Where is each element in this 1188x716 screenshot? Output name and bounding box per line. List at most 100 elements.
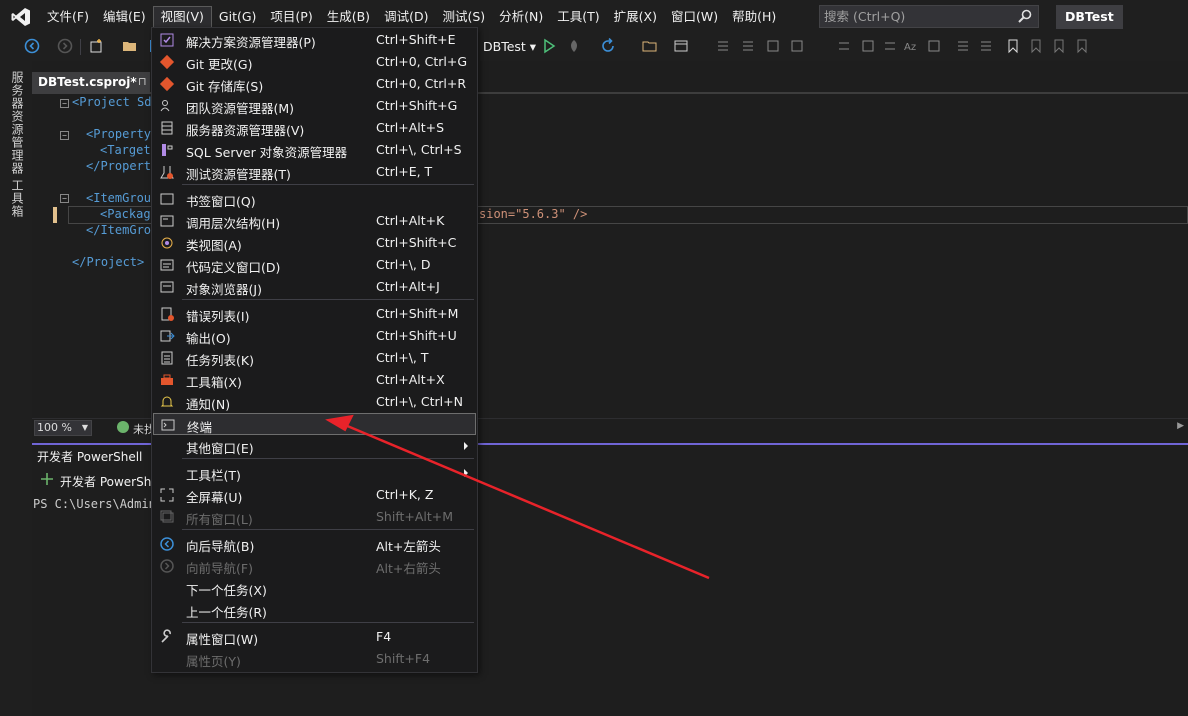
no-issues-icon bbox=[117, 421, 129, 433]
text-icon[interactable]: Az bbox=[902, 38, 918, 54]
menu-item-shortcut: Ctrl+\, T bbox=[376, 350, 429, 365]
object-browser-icon bbox=[160, 281, 174, 293]
menu-item-git-repository[interactable]: Git 存储库(S) Ctrl+0, Ctrl+R bbox=[153, 73, 476, 95]
comment-icon[interactable] bbox=[955, 38, 971, 54]
menu-item-shortcut: Shift+Alt+M bbox=[376, 509, 454, 524]
grid-icon[interactable] bbox=[789, 38, 805, 54]
menu-item-sql-server-object-explorer[interactable]: SQL Server 对象资源管理器 Ctrl+\, Ctrl+S bbox=[153, 139, 476, 161]
menu-item-bookmark-window[interactable]: 书签窗口(Q) bbox=[153, 188, 476, 210]
menu-item-notifications[interactable]: 通知(N) Ctrl+\, Ctrl+N bbox=[153, 391, 476, 413]
menu-tools[interactable]: 工具(T) bbox=[550, 6, 606, 28]
pin-icon[interactable]: ⊓ bbox=[138, 75, 147, 88]
server-explorer-tab[interactable]: 服务器资源管理器 bbox=[9, 71, 26, 175]
list-icon[interactable] bbox=[715, 38, 731, 54]
sql-server-icon bbox=[162, 144, 173, 156]
uncomment-icon[interactable] bbox=[978, 38, 994, 54]
menu-item-server-explorer[interactable]: 服务器资源管理器(V) Ctrl+Alt+S bbox=[153, 117, 476, 139]
code-line: <ItemGroup bbox=[86, 191, 159, 205]
zoom-value: 100 % bbox=[37, 421, 72, 434]
back-icon[interactable] bbox=[24, 38, 40, 54]
menu-item-properties-window[interactable]: 属性窗口(W) F4 bbox=[153, 626, 476, 648]
menu-item-class-view[interactable]: 类视图(A) Ctrl+Shift+C bbox=[153, 232, 476, 254]
menu-item-next-task[interactable]: 下一个任务(X) bbox=[153, 577, 476, 599]
terminal-icon bbox=[161, 419, 175, 431]
menu-item-shortcut: Ctrl+Shift+E bbox=[376, 32, 456, 47]
menu-analyze[interactable]: 分析(N) bbox=[492, 6, 550, 28]
menu-item-call-hierarchy[interactable]: 调用层次结构(H) Ctrl+Alt+K bbox=[153, 210, 476, 232]
fold-toggle[interactable]: − bbox=[60, 99, 69, 108]
align-icon[interactable] bbox=[836, 38, 852, 54]
menu-debug[interactable]: 调试(D) bbox=[377, 6, 435, 28]
block-icon[interactable] bbox=[926, 38, 942, 54]
scroll-right-icon[interactable]: ▶ bbox=[1177, 421, 1184, 431]
solution-name-badge[interactable]: DBTest bbox=[1056, 5, 1123, 29]
bookmark-icon[interactable] bbox=[1005, 38, 1021, 54]
bracket-icon[interactable] bbox=[860, 38, 876, 54]
menu-item-navigate-backward[interactable]: 向后导航(B) Alt+左箭头 bbox=[153, 533, 476, 555]
menu-item-git-changes[interactable]: Git 更改(G) Ctrl+0, Ctrl+G bbox=[153, 51, 476, 73]
menu-help[interactable]: 帮助(H) bbox=[725, 6, 783, 28]
menu-git[interactable]: Git(G) bbox=[212, 6, 264, 28]
menu-item-label: 属性窗口(W) bbox=[186, 632, 259, 647]
menu-item-other-windows[interactable]: 其他窗口(E) bbox=[153, 435, 476, 457]
tab-dbtest-csproj[interactable]: DBTest.csproj* ⊓ bbox=[32, 72, 150, 94]
open-folder-icon[interactable] bbox=[122, 38, 138, 54]
menu-window[interactable]: 窗口(W) bbox=[664, 6, 725, 28]
bookmark-window-icon bbox=[160, 193, 174, 205]
search-input[interactable]: 搜索 (Ctrl+Q) bbox=[819, 5, 1039, 28]
menu-item-test-explorer[interactable]: 测试资源管理器(T) Ctrl+E, T bbox=[153, 161, 476, 183]
menu-item-output[interactable]: 输出(O) Ctrl+Shift+U bbox=[153, 325, 476, 347]
zoom-dropdown[interactable]: 100 % ▼ bbox=[34, 420, 92, 436]
menu-item-solution-explorer[interactable]: 解决方案资源管理器(P) Ctrl+Shift+E bbox=[153, 29, 476, 51]
bookmark-clear-icon[interactable] bbox=[1074, 38, 1090, 54]
menu-item-previous-task[interactable]: 上一个任务(R) bbox=[153, 599, 476, 621]
menu-item-shortcut: Ctrl+Alt+X bbox=[376, 372, 445, 387]
forward-icon[interactable] bbox=[57, 38, 73, 54]
menu-project[interactable]: 项目(P) bbox=[263, 6, 319, 28]
menu-item-object-browser[interactable]: 对象浏览器(J) Ctrl+Alt+J bbox=[153, 276, 476, 298]
visual-studio-logo-icon bbox=[10, 6, 32, 28]
menu-item-toolbars[interactable]: 工具栏(T) bbox=[153, 462, 476, 484]
menu-item-all-windows[interactable]: 所有窗口(L) Shift+Alt+M bbox=[153, 506, 476, 528]
menu-test[interactable]: 测试(S) bbox=[435, 6, 492, 28]
menu-extensions[interactable]: 扩展(X) bbox=[607, 6, 664, 28]
bookmark-next-icon[interactable] bbox=[1051, 38, 1067, 54]
plus-icon[interactable] bbox=[40, 472, 54, 486]
menu-item-label: 向前导航(F) bbox=[186, 561, 253, 576]
all-windows-icon bbox=[160, 510, 174, 523]
toolbox-tab[interactable]: 工具箱 bbox=[9, 179, 26, 218]
menu-item-team-explorer[interactable]: 团队资源管理器(M) Ctrl+Shift+G bbox=[153, 95, 476, 117]
list-icon[interactable] bbox=[740, 38, 756, 54]
menu-item-full-screen[interactable]: 全屏幕(U) Ctrl+K, Z bbox=[153, 484, 476, 506]
new-project-icon[interactable] bbox=[88, 38, 104, 54]
menu-build[interactable]: 生成(B) bbox=[320, 6, 377, 28]
menu-file[interactable]: 文件(F) bbox=[40, 6, 96, 28]
start-debugging-icon[interactable] bbox=[541, 38, 557, 54]
startup-project-dropdown[interactable]: DBTest ▾ bbox=[483, 39, 536, 54]
grid-icon[interactable] bbox=[765, 38, 781, 54]
menu-view[interactable]: 视图(V) bbox=[152, 5, 212, 28]
menu-item-label: 对象浏览器(J) bbox=[186, 282, 262, 297]
format-icon[interactable] bbox=[882, 38, 898, 54]
menu-item-code-definition-window[interactable]: 代码定义窗口(D) Ctrl+\, D bbox=[153, 254, 476, 276]
terminal-prompt: PS C:\Users\Admin bbox=[33, 497, 156, 511]
menu-item-label: 向后导航(B) bbox=[186, 539, 255, 554]
fold-toggle[interactable]: − bbox=[60, 131, 69, 140]
new-terminal-button[interactable]: 开发者 PowerSh bbox=[60, 473, 151, 490]
menu-edit[interactable]: 编辑(E) bbox=[96, 6, 153, 28]
browse-folder-icon[interactable] bbox=[642, 38, 658, 54]
unsaved-change-marker bbox=[53, 207, 57, 223]
layout-icon[interactable] bbox=[673, 38, 689, 54]
menu-item-label: 工具箱(X) bbox=[186, 375, 242, 390]
menu-item-task-list[interactable]: 任务列表(K) Ctrl+\, T bbox=[153, 347, 476, 369]
menu-item-toolbox[interactable]: 工具箱(X) Ctrl+Alt+X bbox=[153, 369, 476, 391]
bookmark-prev-icon[interactable] bbox=[1028, 38, 1044, 54]
refresh-icon[interactable] bbox=[600, 38, 616, 54]
menu-item-navigate-forward[interactable]: 向前导航(F) Alt+右箭头 bbox=[153, 555, 476, 577]
menu-item-terminal[interactable]: 终端 bbox=[153, 413, 476, 435]
hot-reload-icon[interactable] bbox=[566, 38, 582, 54]
menu-item-property-pages[interactable]: 属性页(Y) Shift+F4 bbox=[153, 648, 476, 670]
menu-separator bbox=[182, 622, 474, 623]
fold-toggle[interactable]: − bbox=[60, 194, 69, 203]
menu-item-error-list[interactable]: 错误列表(I) Ctrl+Shift+M bbox=[153, 303, 476, 325]
